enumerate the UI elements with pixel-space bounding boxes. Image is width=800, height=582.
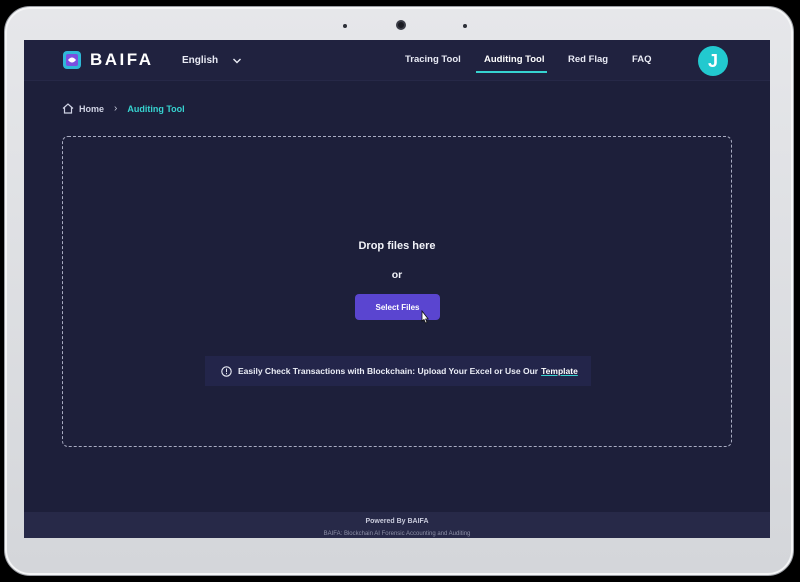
breadcrumb: Home › Auditing Tool bbox=[62, 103, 185, 114]
brand-name: BAIFA bbox=[90, 50, 154, 69]
footer-tagline: BAIFA: Blockchain AI Forensic Accounting… bbox=[323, 531, 471, 537]
nav-faq[interactable]: FAQ bbox=[632, 54, 652, 65]
upload-hint: Easily Check Transactions with Blockchai… bbox=[205, 356, 591, 386]
sensor-dot bbox=[463, 24, 467, 28]
home-icon[interactable] bbox=[62, 103, 74, 114]
drop-or-label: or bbox=[391, 269, 403, 281]
top-navbar: BAIFA English Tracing Tool Auditing Tool… bbox=[24, 40, 770, 81]
nav-red-flag[interactable]: Red Flag bbox=[568, 54, 608, 65]
brand-logo[interactable]: BAIFA bbox=[62, 50, 154, 70]
breadcrumb-home[interactable]: Home bbox=[79, 104, 104, 114]
language-selector[interactable]: English bbox=[182, 55, 242, 66]
template-link[interactable]: Template bbox=[541, 366, 578, 376]
nav-auditing-tool[interactable]: Auditing Tool bbox=[484, 54, 545, 65]
app-screen: BAIFA English Tracing Tool Auditing Tool… bbox=[24, 40, 770, 538]
user-avatar[interactable]: J bbox=[698, 46, 728, 76]
hint-text: Easily Check Transactions with Blockchai… bbox=[238, 366, 539, 376]
drop-title: Drop files here bbox=[358, 240, 436, 252]
active-tab-indicator bbox=[476, 71, 547, 73]
nav-tracing-tool[interactable]: Tracing Tool bbox=[405, 54, 461, 65]
breadcrumb-current: Auditing Tool bbox=[127, 103, 185, 114]
info-icon bbox=[221, 365, 232, 377]
footer: Powered By BAIFA BAIFA: Blockchain AI Fo… bbox=[24, 512, 770, 538]
chevron-right-icon: › bbox=[114, 103, 118, 114]
baifa-logo-icon bbox=[63, 51, 81, 69]
sensor-dot bbox=[343, 24, 347, 28]
mouse-cursor-icon bbox=[421, 310, 430, 324]
footer-powered-by: Powered By BAIFA bbox=[365, 518, 429, 525]
file-drop-zone[interactable]: Drop files here or Select Files Easily C… bbox=[62, 136, 732, 447]
language-label: English bbox=[182, 55, 219, 66]
camera-icon bbox=[396, 20, 406, 30]
chevron-down-icon bbox=[233, 58, 242, 63]
